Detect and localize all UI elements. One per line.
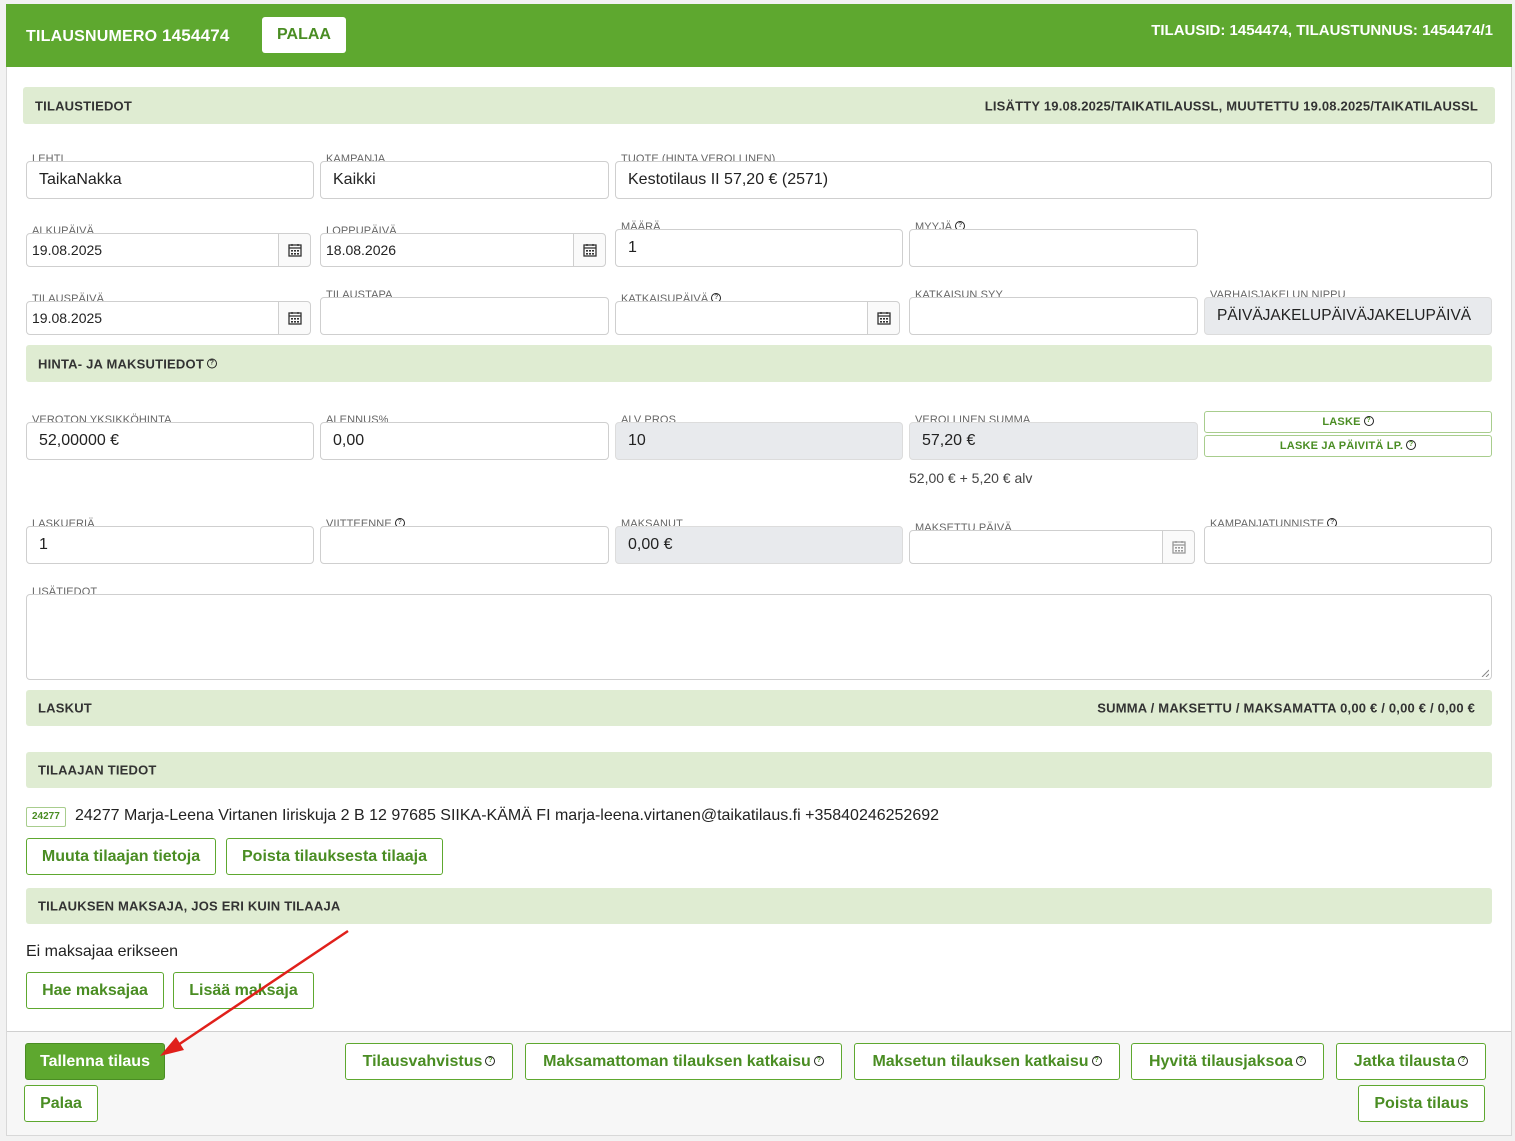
calendar-icon xyxy=(287,244,302,257)
calendar-icon xyxy=(582,244,597,257)
section-price-title: HINTA- JA MAKSUTIEDOT? xyxy=(38,356,217,371)
alennus-input[interactable]: 0,00 xyxy=(320,422,609,460)
tax-breakdown: 52,00 € + 5,20 € alv xyxy=(909,470,1033,486)
tilauspaiva-input[interactable]: 19.08.2025 xyxy=(26,301,279,335)
order-title: TILAUSNUMERO 1454474 xyxy=(26,26,230,46)
katkaisun-syy-select[interactable] xyxy=(909,297,1198,335)
find-payer-button[interactable]: Hae maksajaa xyxy=(26,972,164,1009)
help-icon[interactable]: ? xyxy=(206,358,217,369)
help-icon[interactable]: ? xyxy=(1091,1055,1102,1066)
help-icon[interactable]: ? xyxy=(1296,1055,1307,1066)
credit-period-button[interactable]: Hyvitä tilausjaksoa? xyxy=(1131,1043,1324,1080)
viitteenne-input[interactable] xyxy=(320,526,609,564)
help-icon[interactable]: ? xyxy=(1458,1055,1469,1066)
back-button-top[interactable]: PALAA xyxy=(262,17,346,53)
save-order-button[interactable]: Tallenna tilaus xyxy=(25,1043,165,1080)
calendar-icon xyxy=(287,312,302,325)
calendar-icon xyxy=(1171,541,1186,554)
myyja-input[interactable] xyxy=(909,229,1198,267)
katkaisupaiva-input[interactable] xyxy=(615,301,868,335)
laske-paivita-button[interactable]: LASKE JA PÄIVITÄ LP.? xyxy=(1204,435,1492,457)
top-bar: TILAUSNUMERO 1454474 PALAA TILAUSID: 145… xyxy=(6,4,1512,67)
section-customer: TILAAJAN TIEDOT xyxy=(26,752,1492,788)
maksettu-paiva-input[interactable] xyxy=(909,530,1163,564)
maksanut-field: 0,00 € xyxy=(615,526,903,564)
add-payer-button[interactable]: Lisää maksaja xyxy=(173,972,314,1009)
order-title-prefix: TILAUSNUMERO xyxy=(26,28,158,45)
cancel-paid-button[interactable]: Maksetun tilauksen katkaisu? xyxy=(854,1043,1120,1080)
invoices-summary: SUMMA / MAKSETTU / MAKSAMATTA 0,00 € / 0… xyxy=(1097,700,1475,716)
kampanja-field[interactable]: Kaikki xyxy=(320,161,609,199)
tilaustapa-select[interactable] xyxy=(320,297,609,335)
loppupaiva-input[interactable]: 18.08.2026 xyxy=(320,233,574,267)
customer-details: 24277 Marja-Leena Virtanen Iiriskuja 2 B… xyxy=(75,807,940,824)
alv-field: 10 xyxy=(615,422,903,460)
kampanjatunniste-input[interactable] xyxy=(1204,526,1492,564)
footer-divider xyxy=(7,1031,1511,1032)
customer-id-badge[interactable]: 24277 xyxy=(26,807,66,827)
back-button-bottom[interactable]: Palaa xyxy=(24,1085,98,1122)
loppupaiva-calendar-button[interactable] xyxy=(573,233,606,267)
help-icon[interactable]: ? xyxy=(813,1055,824,1066)
alkupaiva-input[interactable]: 19.08.2025 xyxy=(26,233,279,267)
no-payer-text: Ei maksajaa erikseen xyxy=(26,943,179,960)
maara-input[interactable]: 1 xyxy=(615,229,903,267)
resize-handle-icon[interactable] xyxy=(1481,669,1489,677)
order-number: 1454474 xyxy=(161,26,230,45)
alkupaiva-calendar-button[interactable] xyxy=(278,233,311,267)
help-icon[interactable]: ? xyxy=(1363,416,1374,427)
verollinen-field: 57,20 € xyxy=(909,422,1198,460)
remove-customer-button[interactable]: Poista tilauksesta tilaaja xyxy=(226,838,443,875)
section-price: HINTA- JA MAKSUTIEDOT? xyxy=(26,345,1492,382)
edit-customer-button[interactable]: Muuta tilaajan tietoja xyxy=(26,838,216,875)
lisatiedot-textarea[interactable] xyxy=(26,594,1492,680)
lehti-field[interactable]: TaikaNakka xyxy=(26,161,314,199)
laskueria-input[interactable]: 1 xyxy=(26,526,314,564)
continue-order-button[interactable]: Jatka tilausta? xyxy=(1336,1043,1486,1080)
help-icon[interactable]: ? xyxy=(485,1055,496,1066)
section-invoices: LASKUT SUMMA / MAKSETTU / MAKSAMATTA 0,0… xyxy=(26,690,1492,726)
delete-order-button[interactable]: Poista tilaus xyxy=(1358,1085,1485,1122)
tilauspaiva-calendar-button[interactable] xyxy=(278,301,311,335)
laske-button[interactable]: LASKE? xyxy=(1204,411,1492,433)
section-payer-title: TILAUKSEN MAKSAJA, JOS ERI KUIN TILAAJA xyxy=(38,898,341,914)
section-payer: TILAUKSEN MAKSAJA, JOS ERI KUIN TILAAJA xyxy=(26,888,1492,924)
section-order-info-title: TILAUSTIEDOT xyxy=(35,98,133,113)
section-invoices-title: LASKUT xyxy=(38,700,92,716)
maksettu-paiva-calendar-button[interactable] xyxy=(1162,530,1195,564)
tuote-field[interactable]: Kestotilaus II 57,20 € (2571) xyxy=(615,161,1492,199)
order-confirmation-button[interactable]: Tilausvahvistus? xyxy=(345,1043,513,1080)
section-customer-title: TILAAJAN TIEDOT xyxy=(38,762,157,778)
order-meta: LISÄTTY 19.08.2025/TAIKATILAUSSL, MUUTET… xyxy=(984,98,1478,113)
calendar-icon xyxy=(876,312,891,325)
katkaisupaiva-calendar-button[interactable] xyxy=(867,301,900,335)
help-icon[interactable]: ? xyxy=(1406,440,1417,451)
order-ids: TILAUSID: 1454474, TILAUSTUNNUS: 1454474… xyxy=(1151,22,1493,39)
varhaisjakelu-field: PÄIVÄJAKELUPÄIVÄJAKELUPÄIVÄ xyxy=(1204,297,1492,335)
veroton-input[interactable]: 52,00000 € xyxy=(26,422,314,460)
cancel-unpaid-button[interactable]: Maksamattoman tilauksen katkaisu? xyxy=(525,1043,842,1080)
section-order-info: TILAUSTIEDOT LISÄTTY 19.08.2025/TAIKATIL… xyxy=(23,87,1495,124)
